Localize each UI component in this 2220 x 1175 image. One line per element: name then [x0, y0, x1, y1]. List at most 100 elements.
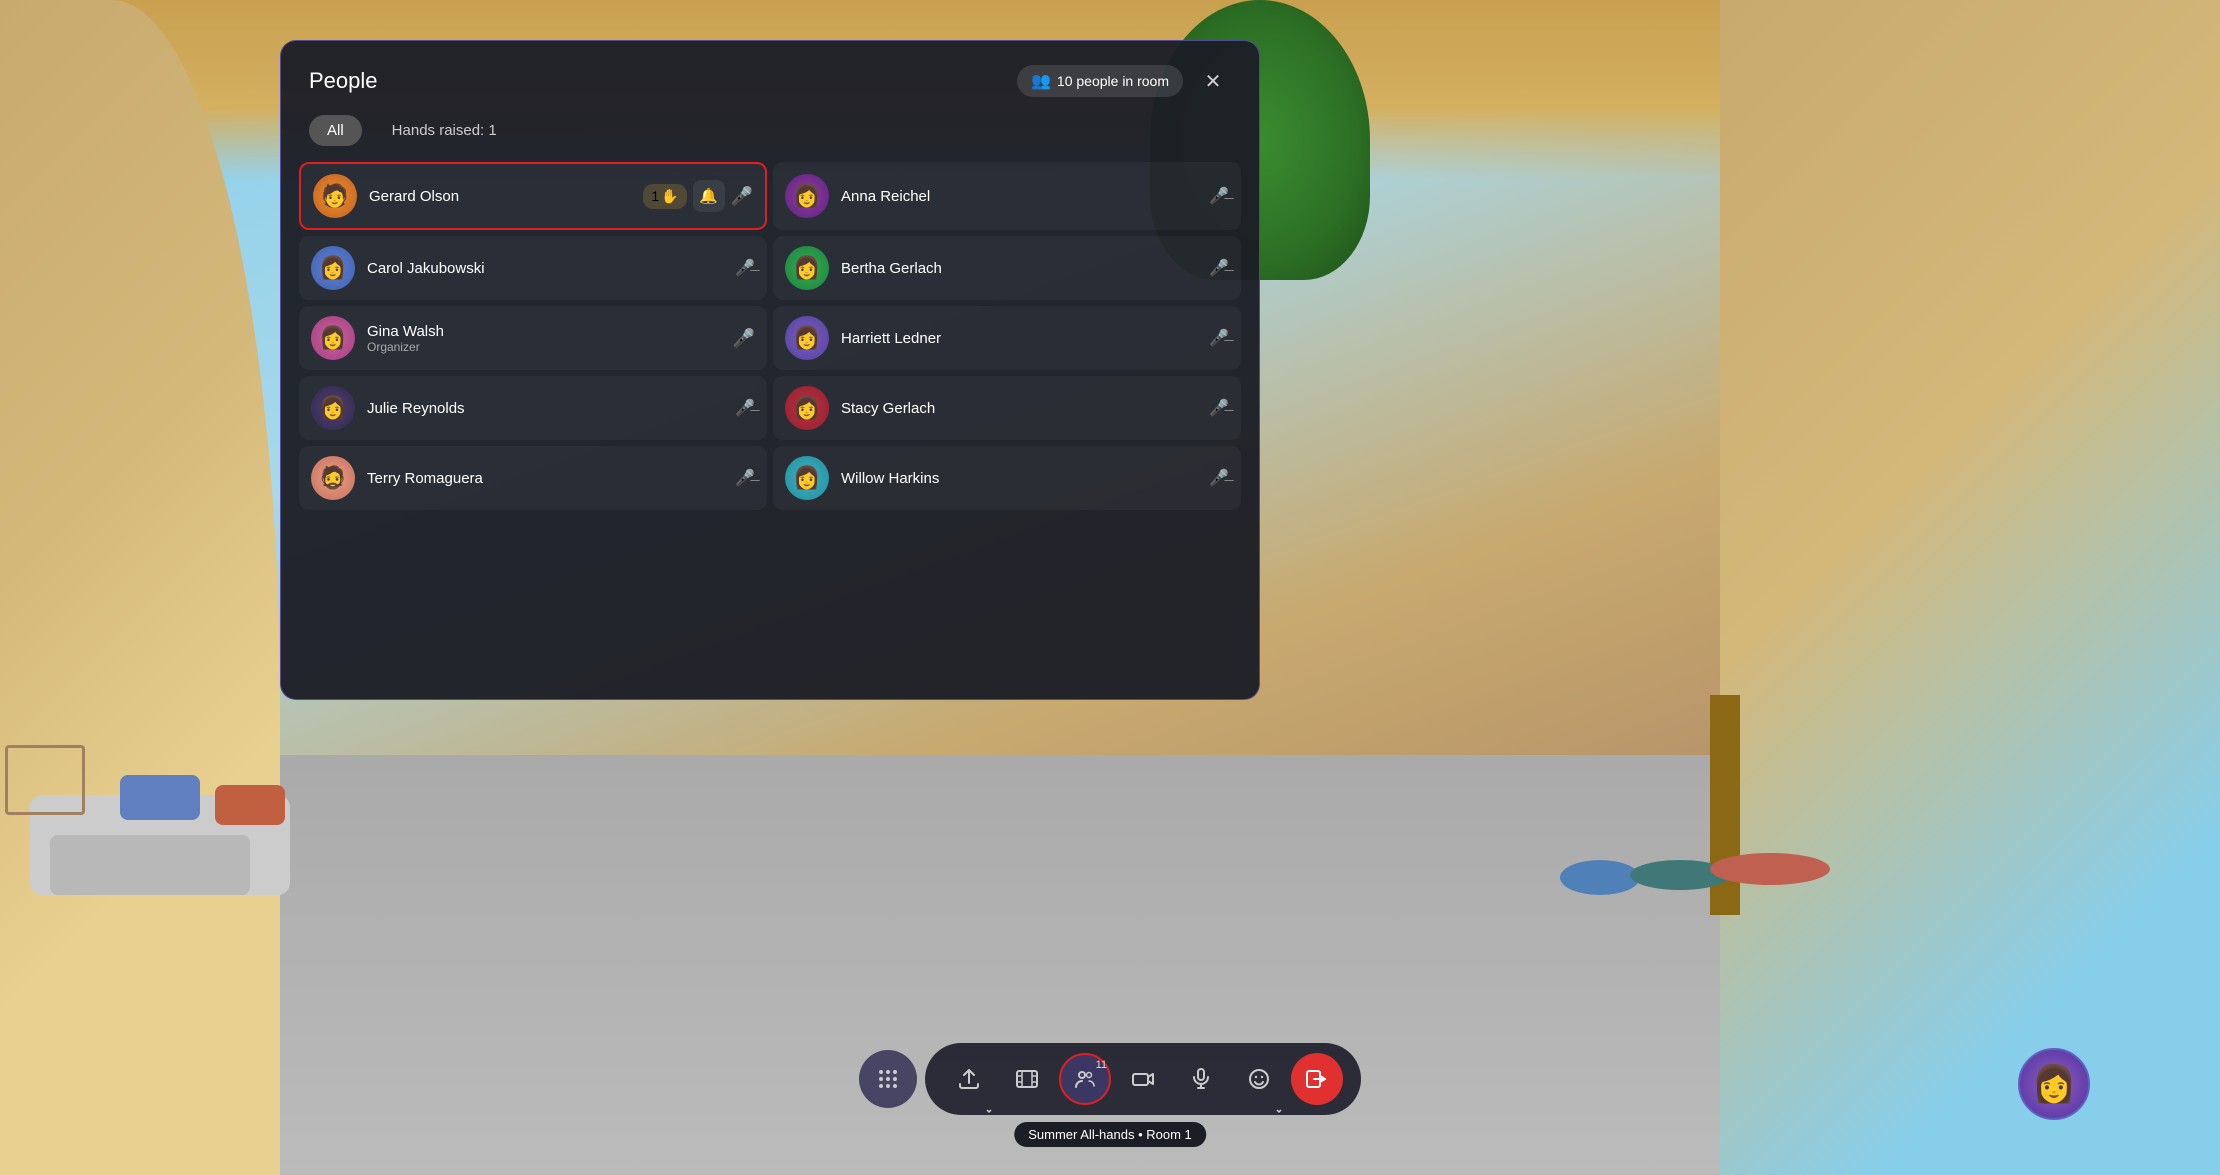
avatar-willow: 👩 — [785, 456, 829, 500]
person-info-harriett: Harriett Ledner — [841, 330, 1209, 347]
mic-button[interactable] — [1175, 1053, 1227, 1105]
content-button[interactable] — [1001, 1053, 1053, 1105]
person-controls-terry: 🎤̶ — [735, 468, 755, 488]
bell-icon-gerard: 🔔 — [699, 187, 718, 205]
mic-muted-icon-harriett: 🎤̶ — [1209, 328, 1229, 348]
share-button[interactable] — [943, 1053, 995, 1105]
mic-icon-gerard: 🎤 — [731, 186, 753, 207]
panel-header: People 👥 10 people in room ✕ — [281, 41, 1259, 115]
person-row-bertha[interactable]: 👩 Bertha Gerlach 🎤̶ — [773, 236, 1241, 300]
avatar-julie: 👩 — [311, 386, 355, 430]
avatar-anna: 👩 — [785, 174, 829, 218]
hand-emoji-gerard: ✋ — [661, 188, 678, 205]
person-name-bertha: Bertha Gerlach — [841, 260, 1209, 277]
person-name-harriett: Harriett Ledner — [841, 330, 1209, 347]
people-count-text: 10 people in room — [1057, 73, 1169, 89]
close-icon: ✕ — [1205, 69, 1222, 94]
person-row-terry[interactable]: 🧔 Terry Romaguera 🎤̶ — [299, 446, 767, 510]
pillow-blue — [120, 775, 200, 820]
leave-button[interactable] — [1291, 1053, 1343, 1105]
people-count-badge: 👥 10 people in room — [1017, 65, 1183, 97]
share-icon — [957, 1067, 981, 1091]
person-name-terry: Terry Romaguera — [367, 470, 735, 487]
people-count-badge-toolbar: 11 — [1096, 1059, 1107, 1071]
people-button[interactable]: 11 — [1059, 1053, 1111, 1105]
self-avatar-image: 👩 — [2032, 1063, 2077, 1105]
filter-tabs: All Hands raised: 1 — [281, 115, 1259, 162]
leave-icon — [1305, 1067, 1329, 1091]
cylinder-red — [1710, 853, 1830, 885]
person-row-gerard[interactable]: 🧑 Gerard Olson 1 ✋ 🔔 🎤 — [299, 162, 767, 230]
mic-toolbar-icon — [1189, 1067, 1213, 1091]
people-panel: People 👥 10 people in room ✕ All Hands r… — [280, 40, 1260, 700]
mic-muted-icon-stacy: 🎤̶ — [1209, 398, 1229, 418]
people-grid: 🧑 Gerard Olson 1 ✋ 🔔 🎤 👩 — [299, 162, 1241, 510]
mic-muted-icon-bertha: 🎤̶ — [1209, 258, 1229, 278]
person-row-gina[interactable]: 👩 Gina Walsh Organizer 🎤 — [299, 306, 767, 370]
person-name-stacy: Stacy Gerlach — [841, 400, 1209, 417]
cylinder-blue — [1560, 860, 1640, 895]
person-controls-stacy: 🎤̶ — [1209, 398, 1229, 418]
person-row-julie[interactable]: 👩 Julie Reynolds 🎤̶ — [299, 376, 767, 440]
grid-icon — [877, 1068, 899, 1090]
person-info-terry: Terry Romaguera — [367, 470, 735, 487]
tab-hands-raised[interactable]: Hands raised: 1 — [374, 115, 515, 146]
person-name-gina: Gina Walsh — [367, 323, 733, 340]
emoji-icon — [1247, 1067, 1271, 1091]
toolbar-pill: 11 — [925, 1043, 1361, 1115]
mic-muted-icon-carol: 🎤̶ — [735, 258, 755, 278]
camera-button[interactable] — [1117, 1053, 1169, 1105]
person-row-harriett[interactable]: 👩 Harriett Ledner 🎤̶ — [773, 306, 1241, 370]
person-controls-bertha: 🎤̶ — [1209, 258, 1229, 278]
person-name-julie: Julie Reynolds — [367, 400, 735, 417]
couch-cushion — [50, 835, 250, 895]
person-info-willow: Willow Harkins — [841, 470, 1209, 487]
person-row-willow[interactable]: 👩 Willow Harkins 🎤̶ — [773, 446, 1241, 510]
avatar-gina: 👩 — [311, 316, 355, 360]
close-button[interactable]: ✕ — [1195, 63, 1231, 99]
person-name-anna: Anna Reichel — [841, 188, 1209, 205]
avatar-harriett: 👩 — [785, 316, 829, 360]
avatar-bertha: 👩 — [785, 246, 829, 290]
person-info-gerard: Gerard Olson — [369, 188, 643, 205]
react-caret — [1275, 1095, 1283, 1103]
hand-count-gerard: 1 — [651, 188, 659, 204]
panel-header-right: 👥 10 people in room ✕ — [1017, 63, 1231, 99]
person-controls-anna: 🎤̶ — [1209, 186, 1229, 206]
person-row-carol[interactable]: 👩 Carol Jakubowski 🎤̶ — [299, 236, 767, 300]
tooltip-text: Summer All-hands • Room 1 — [1014, 1122, 1206, 1147]
person-info-anna: Anna Reichel — [841, 188, 1209, 205]
mic-muted-icon-anna: 🎤̶ — [1209, 186, 1229, 206]
mic-muted-icon-julie: 🎤̶ — [735, 398, 755, 418]
self-avatar[interactable]: 👩 — [2018, 1048, 2090, 1120]
person-info-stacy: Stacy Gerlach — [841, 400, 1209, 417]
person-controls-gina: 🎤 — [733, 328, 755, 349]
mic-muted-icon-terry: 🎤̶ — [735, 468, 755, 488]
camera-icon — [1131, 1067, 1155, 1091]
person-controls-carol: 🎤̶ — [735, 258, 755, 278]
dots-button[interactable] — [859, 1050, 917, 1108]
pillow-red — [215, 785, 285, 825]
avatar-stacy: 👩 — [785, 386, 829, 430]
person-controls-gerard: 1 ✋ 🔔 🎤 — [643, 180, 753, 212]
person-row-stacy[interactable]: 👩 Stacy Gerlach 🎤̶ — [773, 376, 1241, 440]
react-button[interactable] — [1233, 1053, 1285, 1105]
people-count-icon: 👥 — [1031, 71, 1051, 91]
person-info-julie: Julie Reynolds — [367, 400, 735, 417]
person-info-gina: Gina Walsh Organizer — [367, 323, 733, 354]
toolbar: 11 — [859, 1043, 1361, 1115]
person-row-anna[interactable]: 👩 Anna Reichel 🎤̶ — [773, 162, 1241, 230]
avatar-gerard: 🧑 — [313, 174, 357, 218]
bg-wall-right — [1720, 0, 2220, 1175]
mic-muted-icon-willow: 🎤̶ — [1209, 468, 1229, 488]
film-icon — [1015, 1067, 1039, 1091]
avatar-carol: 👩 — [311, 246, 355, 290]
person-name-willow: Willow Harkins — [841, 470, 1209, 487]
panel-title: People — [309, 68, 378, 94]
hand-badge-gerard[interactable]: 1 ✋ — [643, 184, 686, 209]
people-toolbar-icon — [1073, 1067, 1097, 1091]
bell-button-gerard[interactable]: 🔔 — [693, 180, 725, 212]
small-table — [5, 745, 85, 815]
tab-all[interactable]: All — [309, 115, 362, 146]
mic-icon-gina: 🎤 — [733, 328, 755, 349]
